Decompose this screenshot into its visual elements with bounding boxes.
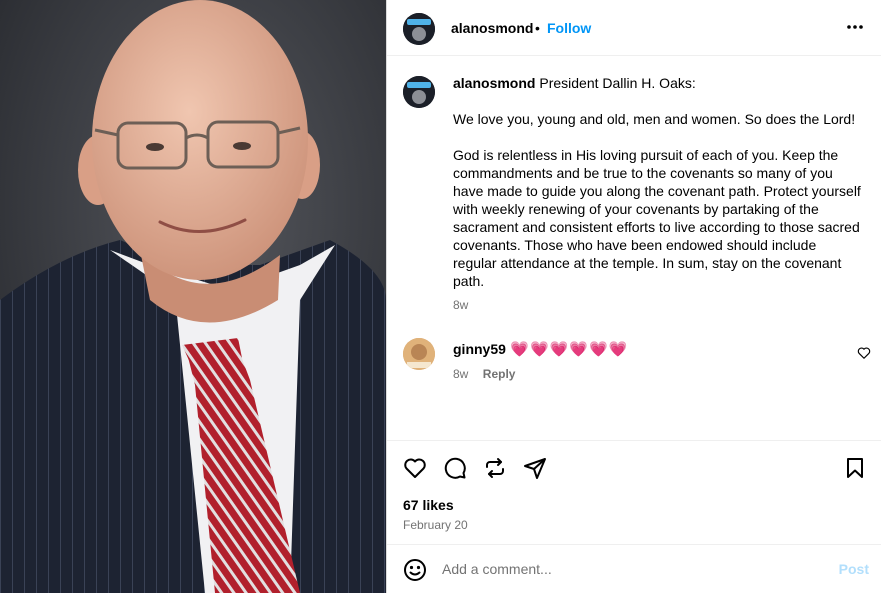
commenter-username[interactable]: ginny59	[453, 341, 506, 357]
post-caption: alanosmond President Dallin H. Oaks: We …	[453, 74, 863, 314]
caption-paragraph-1: We love you, young and old, men and wome…	[453, 111, 856, 127]
post-photo[interactable]	[0, 0, 386, 593]
caption-lead: President Dallin H. Oaks:	[539, 75, 696, 91]
likes-count[interactable]: 67 likes	[403, 497, 454, 513]
comment-time[interactable]: 8w	[453, 367, 468, 381]
add-comment-bar: Post	[387, 544, 881, 593]
comment-heart-icon[interactable]	[857, 346, 871, 360]
comment-item: ginny59 💗💗💗💗💗💗 8w Reply	[387, 338, 881, 382]
follow-button[interactable]: Follow	[547, 20, 591, 36]
reply-button[interactable]: Reply	[483, 367, 516, 381]
comment-text: 💗💗💗💗💗💗	[510, 341, 629, 358]
separator-dot: •	[535, 20, 540, 36]
post-actions: 67 likes February 20	[387, 440, 881, 550]
comment-input[interactable]	[442, 558, 802, 580]
post-header: alanosmond • Follow	[387, 0, 881, 56]
portrait-image	[0, 0, 386, 593]
post-comment-button[interactable]: Post	[839, 561, 869, 577]
emoji-icon[interactable]	[403, 558, 427, 582]
share-paper-plane-icon[interactable]	[523, 456, 549, 482]
commenter-avatar[interactable]	[403, 338, 435, 370]
caption-paragraph-2: God is relentless in His loving pursuit …	[453, 147, 861, 289]
comment-bubble-icon[interactable]	[443, 456, 469, 482]
repost-icon[interactable]	[483, 456, 509, 482]
caption-author-avatar[interactable]	[403, 76, 435, 108]
caption-time[interactable]: 8w	[453, 296, 863, 314]
post-side-panel: alanosmond • Follow alanosmond President…	[386, 0, 881, 593]
author-avatar[interactable]	[403, 13, 435, 45]
more-options-icon[interactable]	[845, 17, 865, 37]
caption-author-username[interactable]: alanosmond	[453, 75, 535, 91]
save-bookmark-icon[interactable]	[843, 456, 869, 482]
author-username[interactable]: alanosmond	[451, 20, 533, 36]
like-heart-icon[interactable]	[403, 456, 429, 482]
post-date[interactable]: February 20	[403, 518, 468, 532]
